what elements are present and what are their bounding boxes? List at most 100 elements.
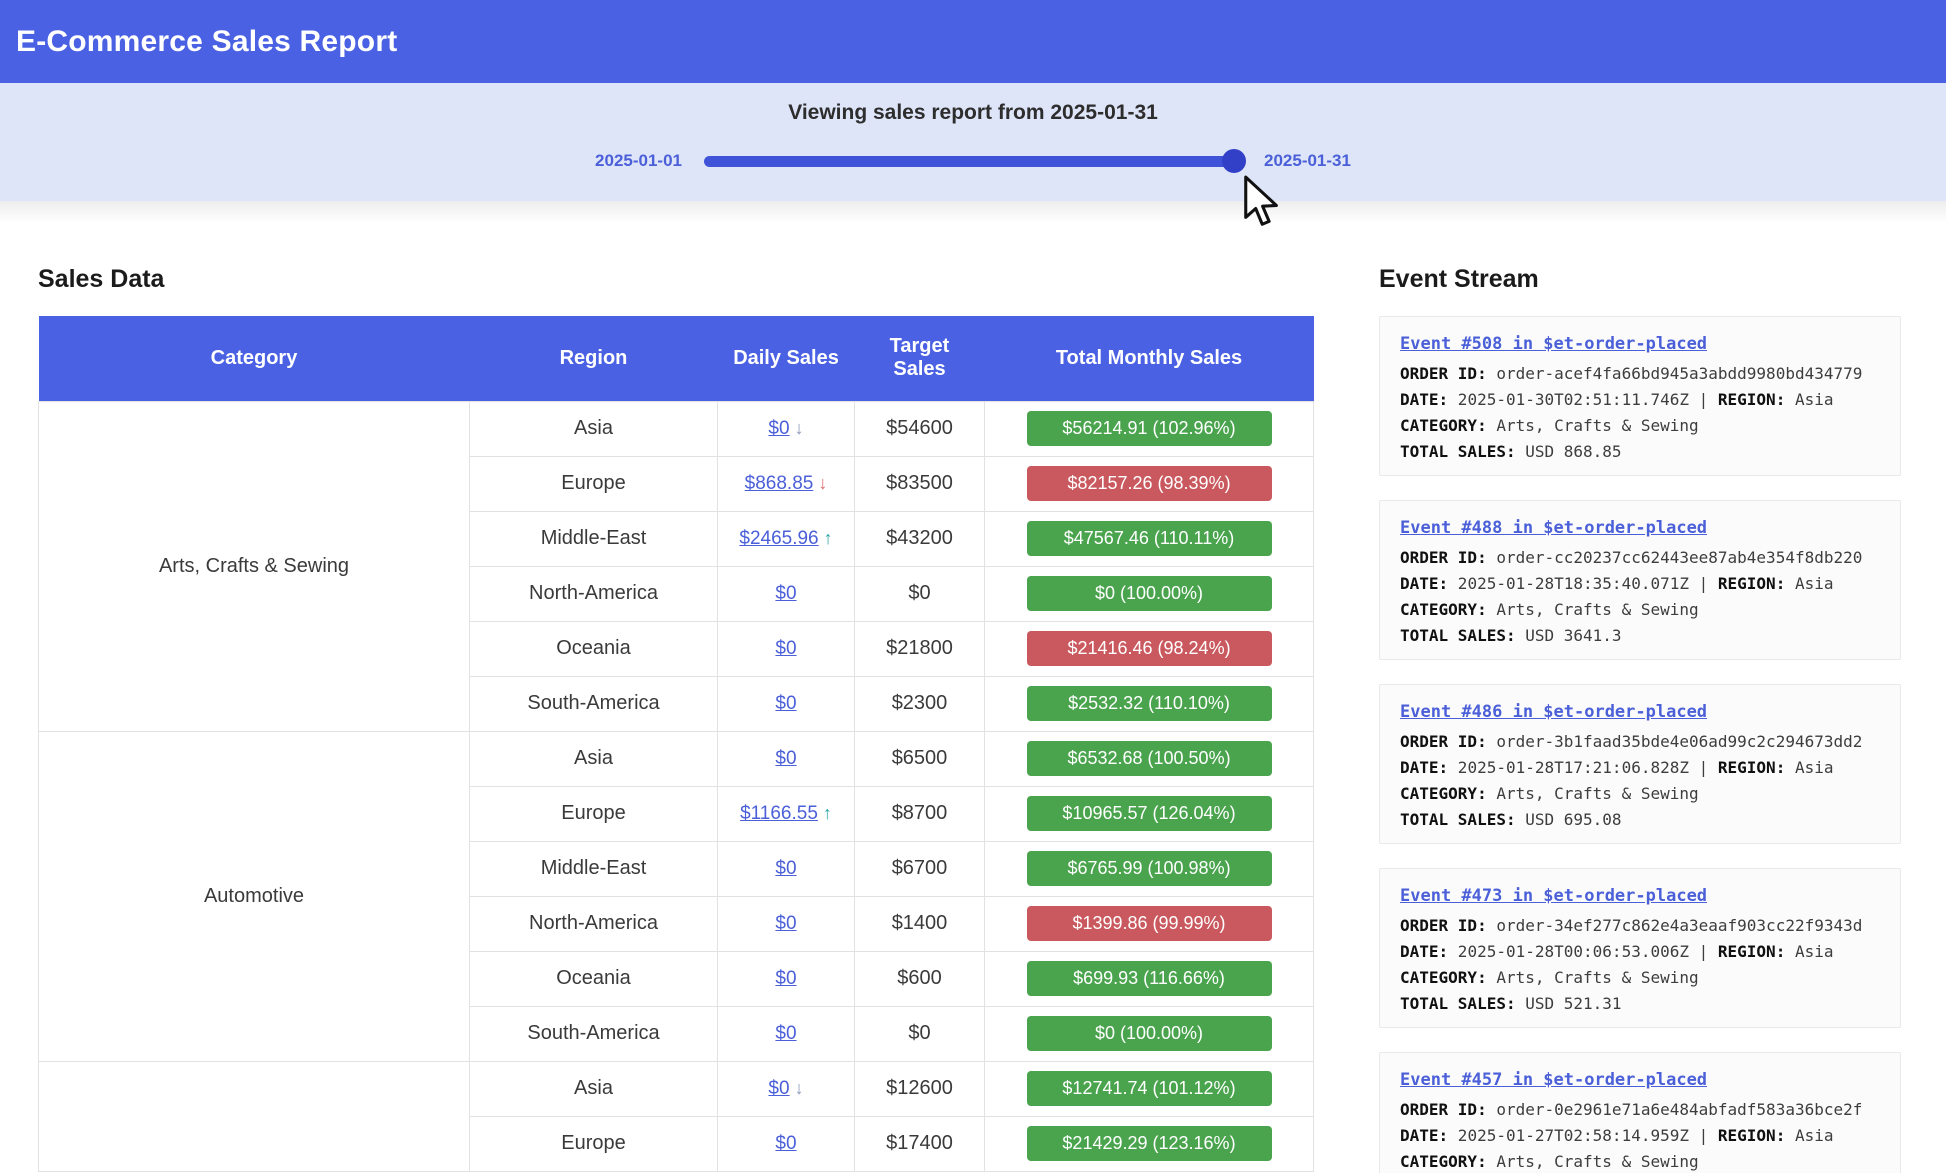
- event-title-link[interactable]: Event #473 in $et-order-placed: [1400, 883, 1880, 909]
- date-value: 2025-01-28T17:21:06.828Z: [1448, 758, 1698, 777]
- event-title-link[interactable]: Event #488 in $et-order-placed: [1400, 515, 1880, 541]
- region-cell: Europe: [470, 786, 718, 841]
- column-header-region: Region: [470, 316, 718, 401]
- event-list: Event #508 in $et-order-placed ORDER ID: …: [1379, 316, 1901, 1173]
- daily-sales-cell: $0: [718, 1006, 855, 1061]
- app-header: E-Commerce Sales Report: [0, 0, 1946, 83]
- table-row: AutomotiveAsia$0$6500$6532.68 (100.50%): [39, 731, 1314, 786]
- target-sales-cell: $21800: [855, 621, 985, 676]
- date-slider[interactable]: [704, 156, 1242, 167]
- date-slider-section: Viewing sales report from 2025-01-31 202…: [0, 83, 1946, 201]
- daily-sales-link[interactable]: $0: [775, 1023, 796, 1044]
- target-sales-cell: $17400: [855, 1116, 985, 1171]
- total-sales-badge: $6532.68 (100.50%): [1027, 741, 1272, 776]
- category-label: CATEGORY:: [1400, 784, 1487, 803]
- event-title-link[interactable]: Event #457 in $et-order-placed: [1400, 1067, 1880, 1093]
- event-detail-line: CATEGORY: Arts, Crafts & Sewing: [1400, 965, 1880, 991]
- category-cell: Automotive: [39, 731, 470, 1061]
- daily-sales-link[interactable]: $0: [775, 693, 796, 714]
- target-sales-cell: $0: [855, 566, 985, 621]
- column-header-total-monthly-sales: Total Monthly Sales: [985, 316, 1314, 401]
- region-cell: North-America: [470, 566, 718, 621]
- sales-data-panel: Sales Data CategoryRegionDaily SalesTarg…: [38, 223, 1313, 1173]
- region-cell: North-America: [470, 896, 718, 951]
- event-detail-line: TOTAL SALES: USD 521.31: [1400, 991, 1880, 1017]
- total-sales-label: TOTAL SALES:: [1400, 626, 1516, 645]
- region-cell: Asia: [470, 731, 718, 786]
- event-detail-line: TOTAL SALES: USD 695.08: [1400, 807, 1880, 833]
- total-sales-badge: $0 (100.00%): [1027, 1016, 1272, 1051]
- date-label: DATE:: [1400, 1126, 1448, 1145]
- total-sales-badge: $6765.99 (100.98%): [1027, 851, 1272, 886]
- daily-sales-link[interactable]: $0: [775, 913, 796, 934]
- slider-max-label: 2025-01-31: [1264, 151, 1351, 171]
- separator: |: [1699, 758, 1718, 777]
- trend-up-icon: ↑: [824, 528, 833, 549]
- event-card: Event #488 in $et-order-placed ORDER ID: …: [1379, 500, 1901, 660]
- total-sales-badge: $56214.91 (102.96%): [1027, 411, 1272, 446]
- event-title-link[interactable]: Event #486 in $et-order-placed: [1400, 699, 1880, 725]
- daily-sales-link[interactable]: $0: [768, 1078, 789, 1099]
- event-detail-line: DATE: 2025-01-30T02:51:11.746Z | REGION:…: [1400, 387, 1880, 413]
- category-label: CATEGORY:: [1400, 1152, 1487, 1171]
- event-stream-heading: Event Stream: [1379, 265, 1901, 294]
- column-header-daily-sales: Daily Sales: [718, 316, 855, 401]
- region-value: Asia: [1785, 574, 1833, 593]
- event-detail-line: DATE: 2025-01-28T18:35:40.071Z | REGION:…: [1400, 571, 1880, 597]
- total-sales-label: TOTAL SALES:: [1400, 442, 1516, 461]
- target-sales-cell: $6500: [855, 731, 985, 786]
- table-row: Arts, Crafts & SewingAsia$0↓$54600$56214…: [39, 401, 1314, 456]
- total-monthly-sales-cell: $21429.29 (123.16%): [985, 1116, 1314, 1171]
- category-value: Arts, Crafts & Sewing: [1487, 784, 1699, 803]
- event-detail-line: ORDER ID: order-acef4fa66bd945a3abdd9980…: [1400, 361, 1880, 387]
- total-sales-label: TOTAL SALES:: [1400, 810, 1516, 829]
- total-monthly-sales-cell: $0 (100.00%): [985, 1006, 1314, 1061]
- trend-down-icon: ↓: [818, 473, 827, 494]
- event-detail-line: ORDER ID: order-cc20237cc62443ee87ab4e35…: [1400, 545, 1880, 571]
- daily-sales-link[interactable]: $0: [775, 968, 796, 989]
- daily-sales-link[interactable]: $0: [775, 638, 796, 659]
- date-value: 2025-01-27T02:58:14.959Z: [1448, 1126, 1698, 1145]
- category-value: Arts, Crafts & Sewing: [1487, 416, 1699, 435]
- region-cell: Asia: [470, 401, 718, 456]
- total-sales-badge: $699.93 (116.66%): [1027, 961, 1272, 996]
- daily-sales-link[interactable]: $0: [775, 858, 796, 879]
- event-card: Event #486 in $et-order-placed ORDER ID: …: [1379, 684, 1901, 844]
- event-detail-line: ORDER ID: order-3b1faad35bde4e06ad99c2c2…: [1400, 729, 1880, 755]
- daily-sales-link[interactable]: $2465.96: [739, 528, 818, 549]
- region-cell: Europe: [470, 456, 718, 511]
- slider-min-label: 2025-01-01: [595, 151, 682, 171]
- column-header-category: Category: [39, 316, 470, 401]
- target-sales-cell: $43200: [855, 511, 985, 566]
- daily-sales-link[interactable]: $1166.55: [740, 803, 818, 824]
- trend-down-icon: ↓: [795, 418, 804, 439]
- slider-thumb[interactable]: [1222, 149, 1246, 173]
- total-sales-value: USD 521.31: [1516, 994, 1622, 1013]
- daily-sales-link[interactable]: $0: [775, 583, 796, 604]
- order-id-value: order-0e2961e71a6e484abfadf583a36bce2f: [1487, 1100, 1863, 1119]
- daily-sales-link[interactable]: $0: [775, 1133, 796, 1154]
- daily-sales-link[interactable]: $0: [775, 748, 796, 769]
- region-value: Asia: [1785, 758, 1833, 777]
- total-monthly-sales-cell: $1399.86 (99.99%): [985, 896, 1314, 951]
- total-monthly-sales-cell: $12741.74 (101.12%): [985, 1061, 1314, 1116]
- daily-sales-link[interactable]: $868.85: [745, 473, 814, 494]
- order-id-value: order-3b1faad35bde4e06ad99c2c294673dd2: [1487, 732, 1863, 751]
- region-label: REGION:: [1718, 574, 1785, 593]
- daily-sales-cell: $868.85↓: [718, 456, 855, 511]
- date-label: DATE:: [1400, 574, 1448, 593]
- event-detail-line: CATEGORY: Arts, Crafts & Sewing: [1400, 413, 1880, 439]
- event-title-link[interactable]: Event #508 in $et-order-placed: [1400, 331, 1880, 357]
- event-detail-line: DATE: 2025-01-27T02:58:14.959Z | REGION:…: [1400, 1123, 1880, 1149]
- event-card: Event #508 in $et-order-placed ORDER ID: …: [1379, 316, 1901, 476]
- total-monthly-sales-cell: $6765.99 (100.98%): [985, 841, 1314, 896]
- date-label: DATE:: [1400, 942, 1448, 961]
- region-cell: Asia: [470, 1061, 718, 1116]
- region-cell: Europe: [470, 1116, 718, 1171]
- region-value: Asia: [1785, 942, 1833, 961]
- event-detail-line: DATE: 2025-01-28T00:06:53.006Z | REGION:…: [1400, 939, 1880, 965]
- total-sales-label: TOTAL SALES:: [1400, 994, 1516, 1013]
- daily-sales-link[interactable]: $0: [768, 418, 789, 439]
- event-detail-line: ORDER ID: order-34ef277c862e4a3eaaf903cc…: [1400, 913, 1880, 939]
- event-detail-line: CATEGORY: Arts, Crafts & Sewing: [1400, 781, 1880, 807]
